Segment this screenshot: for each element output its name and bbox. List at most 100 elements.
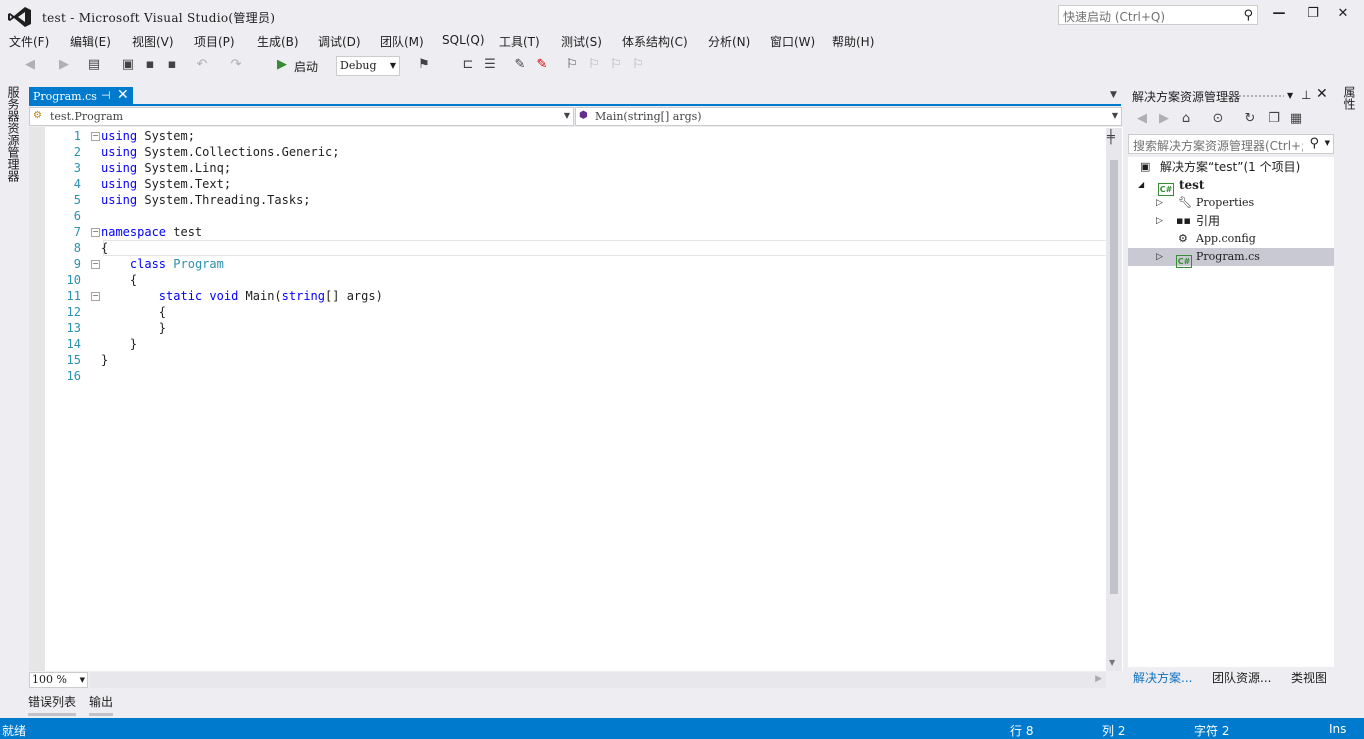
expanded-arrow-icon[interactable]: ◢ [1138, 176, 1144, 194]
find-icon[interactable]: ⚑ [416, 57, 432, 73]
next-bookmark-icon[interactable]: ⚐ [608, 57, 624, 73]
menu-help[interactable]: 帮助(H) [832, 33, 874, 50]
scroll-right-icon[interactable]: ▶ [1095, 674, 1102, 684]
menu-architecture[interactable]: 体系结构(C) [622, 33, 688, 50]
collapse-outline-icon[interactable]: − [91, 228, 100, 237]
collapse-outline-icon[interactable]: − [91, 132, 100, 141]
redo-icon[interactable]: ↷ [228, 57, 244, 73]
clear-bookmarks-icon[interactable]: ⚐ [630, 57, 646, 73]
tree-item-properties[interactable]: ▷ 🔧︎ Properties [1128, 194, 1334, 212]
navigate-forward-icon[interactable]: ▶ [56, 57, 72, 73]
tree-item-solution[interactable]: ▣ 解决方案“test”(1 个项目) [1128, 158, 1334, 176]
code-line[interactable]: class Program [101, 256, 1161, 272]
undo-icon[interactable]: ↶ [194, 57, 210, 73]
tree-item-program-cs[interactable]: ▷ C# Program.cs [1128, 248, 1334, 268]
close-panel-icon[interactable]: ✕ [1316, 86, 1328, 102]
code-line[interactable]: using System; [101, 128, 1161, 144]
tab-team-explorer[interactable]: 团队资源... [1212, 669, 1271, 686]
zoom-dropdown[interactable]: 100 % ▼ [29, 672, 88, 688]
pin-icon[interactable]: ⊣ [101, 89, 111, 102]
tree-item-project[interactable]: ◢ C# test [1128, 176, 1334, 196]
uncomment-icon[interactable]: ✎ [534, 57, 550, 73]
home-icon[interactable]: ⌂ [1178, 111, 1194, 127]
collapse-outline-icon[interactable]: − [91, 260, 100, 269]
search-icon[interactable]: ⚲ [1309, 136, 1319, 151]
refresh-icon[interactable]: ↻ [1242, 111, 1258, 127]
menu-project[interactable]: 项目(P) [194, 33, 235, 50]
tab-output[interactable]: 输出 [89, 693, 113, 710]
tab-solution-explorer[interactable]: 解决方案... [1133, 669, 1192, 686]
close-button[interactable]: ✕ [1332, 6, 1354, 24]
tree-item-app-config[interactable]: ⚙ App.config [1128, 230, 1334, 248]
show-all-files-icon[interactable]: ▦ [1288, 111, 1304, 127]
panel-grip[interactable] [1222, 94, 1284, 98]
code-line[interactable] [101, 208, 1161, 224]
properties-tab[interactable]: 属性 [1340, 86, 1358, 110]
code-line[interactable]: } [101, 320, 1161, 336]
prev-bookmark-icon[interactable]: ⚐ [586, 57, 602, 73]
menu-build[interactable]: 生成(B) [257, 33, 299, 50]
indent-icon[interactable]: ☰ [482, 57, 498, 73]
menu-test[interactable]: 测试(S) [561, 33, 602, 50]
menu-team[interactable]: 团队(M) [380, 33, 424, 50]
collapsed-arrow-icon[interactable]: ▷ [1156, 212, 1163, 230]
tab-program-cs[interactable]: Program.cs ⊣ ✕ [29, 87, 133, 105]
horizontal-scrollbar[interactable]: ▶ [90, 672, 1106, 688]
code-line[interactable]: { [101, 304, 1161, 320]
panel-dropdown-icon[interactable]: ▼ [1287, 91, 1293, 100]
save-icon[interactable]: ▪ [142, 57, 158, 73]
solution-explorer-search-input[interactable]: 搜索解决方案资源管理器(Ctrl+;) ⚲ ▼ [1128, 134, 1334, 154]
collapsed-arrow-icon[interactable]: ▷ [1156, 248, 1163, 266]
bookmark-icon[interactable]: ⚐ [564, 57, 580, 73]
code-line[interactable]: namespace test [101, 224, 1161, 240]
code-line[interactable]: } [101, 352, 1161, 368]
code-line[interactable]: using System.Text; [101, 176, 1161, 192]
menu-sql[interactable]: SQL(Q) [442, 33, 485, 47]
code-line[interactable]: static void Main(string[] args) [101, 288, 1161, 304]
back-icon[interactable]: ◀ [1134, 111, 1150, 127]
collapse-outline-icon[interactable]: − [91, 292, 100, 301]
split-window-icon[interactable]: ╪ [1107, 130, 1115, 145]
tab-class-view[interactable]: 类视图 [1291, 669, 1327, 686]
new-project-icon[interactable]: ▤ [86, 57, 102, 73]
start-label[interactable]: 启动 [294, 58, 318, 75]
type-navigation-dropdown[interactable]: ⚙ test.Program ▼ [29, 107, 574, 126]
menu-tools[interactable]: 工具(T) [499, 33, 540, 50]
chevron-down-icon[interactable]: ▼ [1325, 139, 1330, 147]
sync-icon[interactable]: ⊙ [1210, 111, 1226, 127]
menu-window[interactable]: 窗口(W) [770, 33, 815, 50]
code-line[interactable]: { [101, 240, 1161, 256]
code-area[interactable]: 1− using System; 2 using System.Collections… [29, 128, 1105, 668]
tree-item-references[interactable]: ▷ ▪▪ 引用 [1128, 212, 1334, 230]
align-left-icon[interactable]: ⊏ [460, 57, 476, 73]
code-line[interactable] [101, 368, 1161, 384]
tab-error-list[interactable]: 错误列表 [28, 693, 76, 710]
navigate-back-icon[interactable]: ◀ [22, 57, 38, 73]
code-line[interactable]: using System.Collections.Generic; [101, 144, 1161, 160]
forward-icon[interactable]: ▶ [1156, 111, 1172, 127]
minimize-button[interactable]: — [1268, 6, 1290, 24]
restore-button[interactable]: ❐ [1302, 6, 1324, 24]
search-icon[interactable]: ⚲ [1243, 8, 1253, 23]
start-debug-icon[interactable]: ▶ [274, 57, 290, 73]
scroll-down-icon[interactable]: ▼ [1109, 658, 1115, 667]
code-line[interactable]: using System.Threading.Tasks; [101, 192, 1161, 208]
menu-file[interactable]: 文件(F) [9, 33, 49, 50]
comment-icon[interactable]: ✎ [512, 57, 528, 73]
scrollbar-thumb[interactable] [1110, 160, 1118, 594]
pin-icon[interactable]: ⊥ [1301, 88, 1311, 102]
menu-analyze[interactable]: 分析(N) [708, 33, 750, 50]
tab-overflow-icon[interactable]: ▼ [1110, 90, 1117, 100]
collapse-all-icon[interactable]: ❐ [1266, 111, 1282, 127]
quick-launch-input[interactable]: 快速启动 (Ctrl+Q) ⚲ [1058, 5, 1258, 25]
menu-debug[interactable]: 调试(D) [318, 33, 361, 50]
save-all-icon[interactable]: ▪ [164, 57, 180, 73]
menu-edit[interactable]: 编辑(E) [70, 33, 111, 50]
member-navigation-dropdown[interactable]: ⬢ Main(string[] args) ▼ [575, 107, 1122, 126]
code-line[interactable]: } [101, 336, 1161, 352]
menu-view[interactable]: 视图(V) [132, 33, 174, 50]
server-explorer-tab[interactable]: 服务器资源管理器 [4, 86, 22, 186]
close-tab-icon[interactable]: ✕ [117, 87, 129, 103]
solution-config-dropdown[interactable]: Debug ▼ [336, 56, 400, 76]
code-line[interactable]: { [101, 272, 1161, 288]
